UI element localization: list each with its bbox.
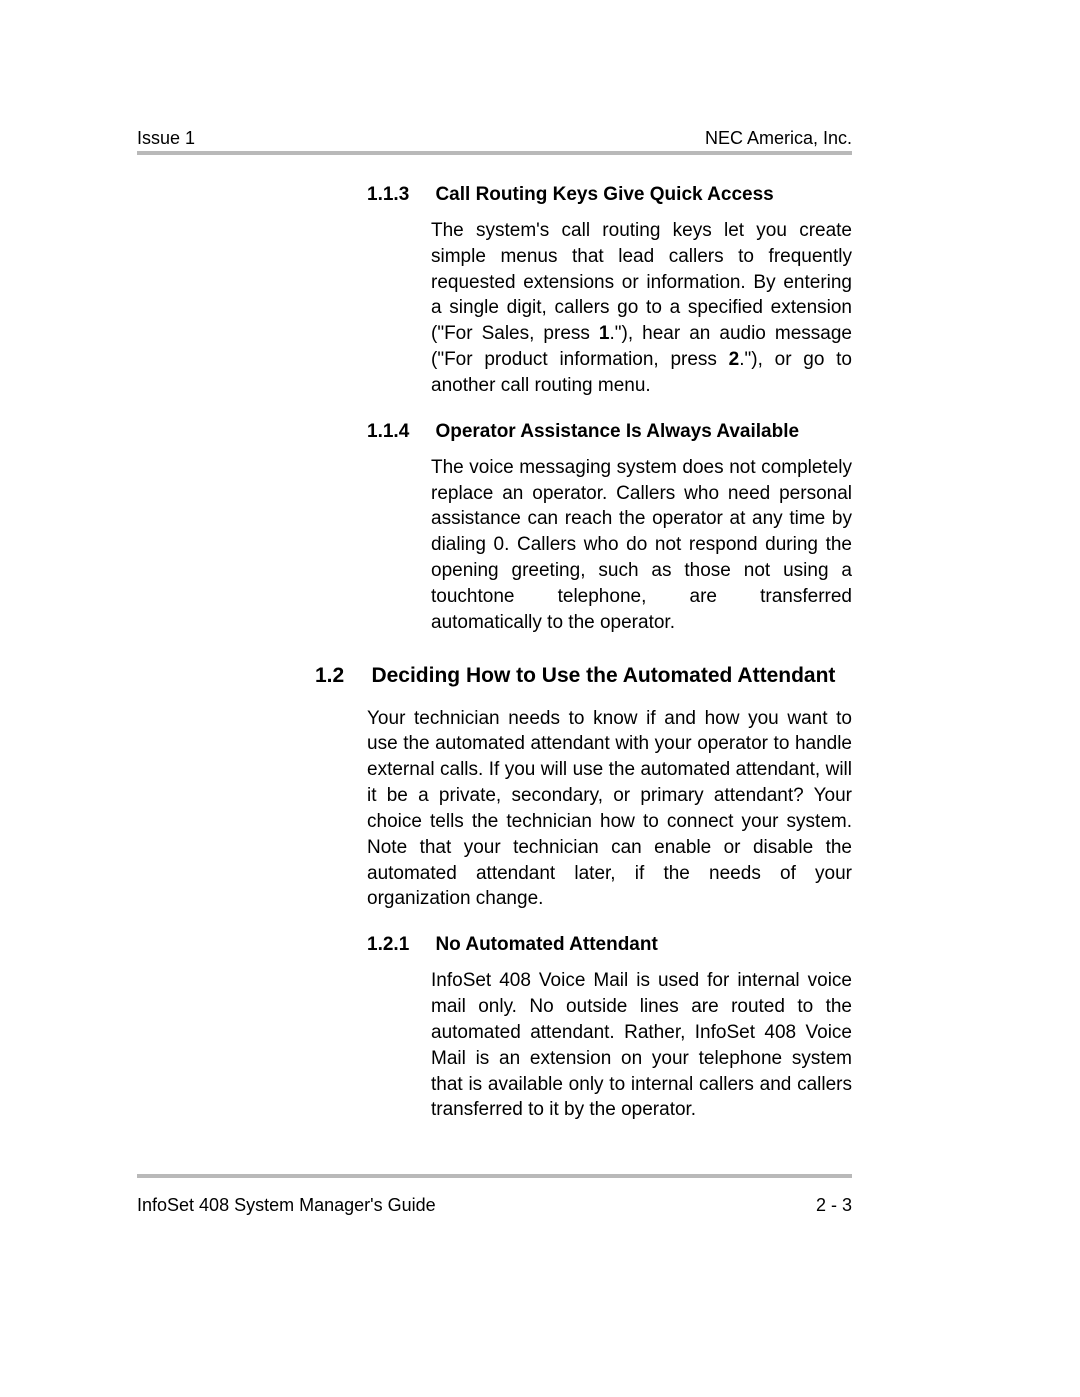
key-digit-1: 1 bbox=[599, 323, 610, 344]
section-1-2-body: Your technician needs to know if and how… bbox=[367, 706, 852, 913]
section-title: Call Routing Keys Give Quick Access bbox=[435, 184, 773, 206]
footer-page: 2 - 3 bbox=[816, 1195, 852, 1216]
key-digit-2: 2 bbox=[729, 349, 740, 370]
footer-title: InfoSet 408 System Manager's Guide bbox=[137, 1195, 436, 1216]
header-rule bbox=[137, 151, 852, 155]
section-1-1-4-body: The voice messaging system does not comp… bbox=[431, 455, 852, 636]
section-title: No Automated Attendant bbox=[435, 934, 657, 956]
header-issue: Issue 1 bbox=[137, 128, 195, 149]
footer-rule bbox=[137, 1174, 852, 1178]
section-1-2-1-heading: 1.2.1 No Automated Attendant bbox=[367, 934, 852, 956]
section-title: Deciding How to Use the Automated Attend… bbox=[371, 664, 835, 688]
section-number: 1.1.3 bbox=[367, 184, 431, 206]
section-number: 1.2.1 bbox=[367, 934, 431, 956]
header-company: NEC America, Inc. bbox=[705, 128, 852, 149]
section-1-2-heading: 1.2 Deciding How to Use the Automated At… bbox=[315, 664, 852, 688]
section-1-1-4-heading: 1.1.4 Operator Assistance Is Always Avai… bbox=[367, 421, 852, 443]
section-number: 1.2 bbox=[315, 664, 367, 688]
section-number: 1.1.4 bbox=[367, 421, 431, 443]
section-1-1-3-body: The system's call routing keys let you c… bbox=[431, 218, 852, 399]
section-1-2-1-body: InfoSet 408 Voice Mail is used for inter… bbox=[431, 968, 852, 1123]
section-title: Operator Assistance Is Always Available bbox=[435, 421, 799, 443]
section-1-1-3-heading: 1.1.3 Call Routing Keys Give Quick Acces… bbox=[367, 184, 852, 206]
page: Issue 1 NEC America, Inc. 1.1.3 Call Rou… bbox=[0, 0, 1080, 1397]
body-column: 1.1.3 Call Routing Keys Give Quick Acces… bbox=[367, 180, 852, 1145]
